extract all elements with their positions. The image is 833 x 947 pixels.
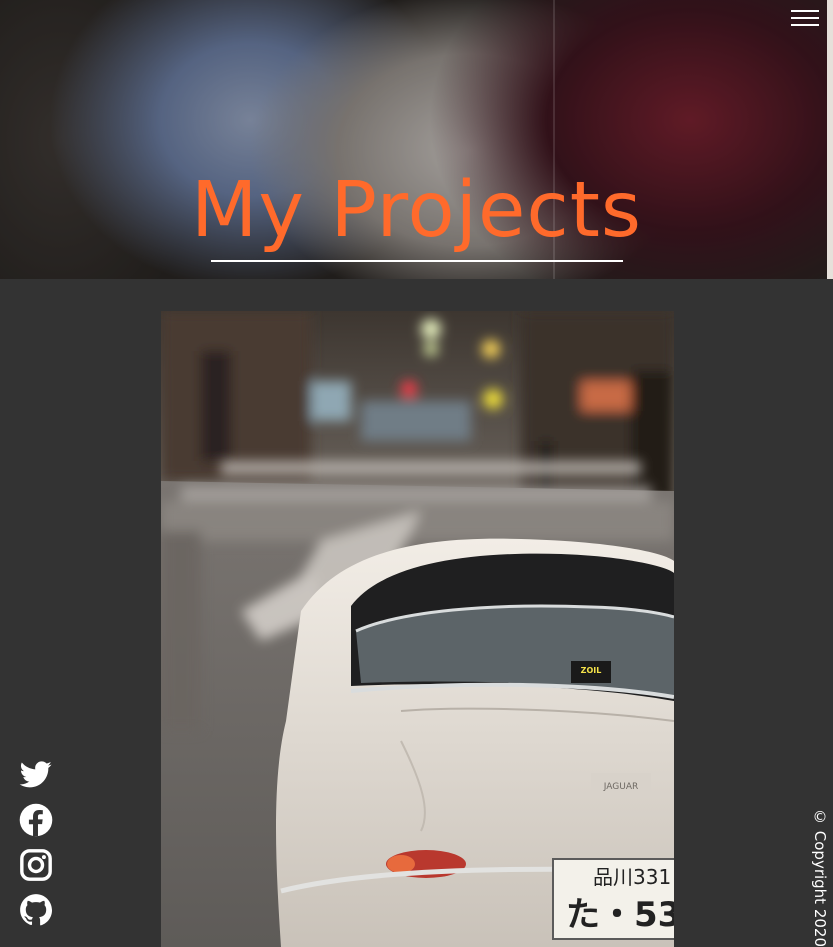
- twitter-icon: [19, 761, 52, 788]
- hamburger-menu-icon[interactable]: [791, 6, 821, 28]
- window-badge: ZOIL: [581, 666, 602, 675]
- twitter-link[interactable]: [19, 758, 55, 794]
- menu-bar: [791, 10, 819, 12]
- page-title: My Projects: [190, 166, 643, 255]
- instagram-link[interactable]: [19, 848, 55, 884]
- facebook-icon: [19, 803, 53, 837]
- car-photo: JAGUAR ZOIL 品川331 た・53: [161, 311, 674, 947]
- copyright-text: © Copyright 2020: [811, 808, 829, 947]
- social-links: [19, 758, 59, 938]
- menu-bar: [791, 24, 819, 26]
- facebook-link[interactable]: [19, 803, 55, 839]
- menu-bar: [791, 17, 819, 19]
- hero-banner: My Projects: [0, 0, 833, 279]
- project-image[interactable]: JAGUAR ZOIL 品川331 た・53: [161, 311, 674, 947]
- github-icon: [20, 894, 53, 926]
- instagram-icon: [20, 849, 52, 881]
- title-underline: [211, 260, 623, 262]
- svg-text:JAGUAR: JAGUAR: [603, 782, 638, 792]
- license-plate-number: た・53: [566, 895, 674, 935]
- license-plate-region: 品川331: [593, 865, 671, 889]
- github-link[interactable]: [19, 893, 55, 929]
